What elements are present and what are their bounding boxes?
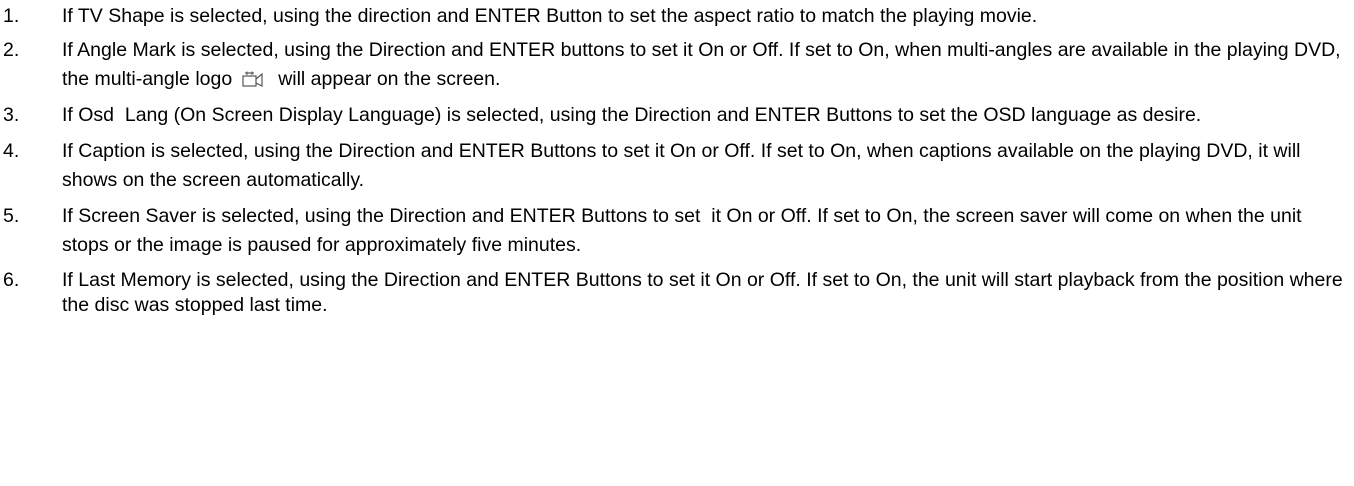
multi-angle-camera-icon [242,67,264,87]
list-item: 5. If Screen Saver is selected, using th… [0,202,1350,260]
item-text: If Screen Saver is selected, using the D… [62,205,1307,256]
item-number: 2. [3,39,20,61]
list-item: 6. If Last Memory is selected, using the… [0,268,1350,318]
item-text: If Osd Lang (On Screen Display Language)… [62,104,1202,126]
item-number: 4. [3,140,20,162]
item-number: 3. [3,104,20,126]
list-item: 4. If Caption is selected, using the Dir… [0,137,1350,195]
item-number: 5. [3,205,20,227]
list-item: 2. If Angle Mark is selected, using the … [0,36,1350,94]
item-text: If Caption is selected, using the Direct… [62,140,1301,191]
instruction-list: 1. If TV Shape is selected, using the di… [0,4,1350,318]
item-text: If TV Shape is selected, using the direc… [62,5,1038,27]
item-text: If Last Memory is selected, using the Di… [62,269,1343,316]
item-number: 1. [3,5,20,27]
list-item: 1. If TV Shape is selected, using the di… [0,4,1350,29]
item-number: 6. [3,269,20,291]
item-text-continued: will appear on the screen. [278,68,501,90]
list-item: 3. If Osd Lang (On Screen Display Langua… [0,101,1350,130]
